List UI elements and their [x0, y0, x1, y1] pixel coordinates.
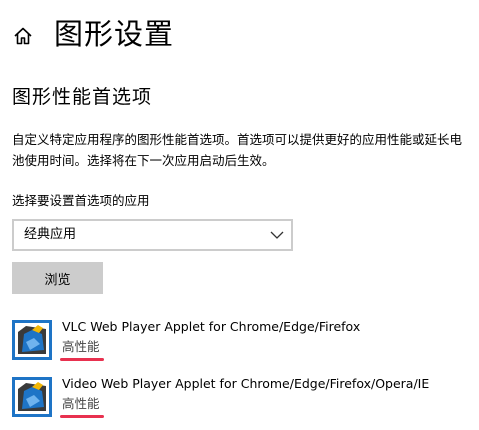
app-list-item[interactable]: VLC Web Player Applet for Chrome/Edge/Fi…	[12, 316, 472, 368]
app-preference: 高性能	[62, 339, 100, 354]
app-type-label: 选择要设置首选项的应用	[12, 193, 150, 208]
app-icon	[12, 377, 52, 417]
page-title: 图形设置	[54, 17, 175, 51]
app-type-dropdown[interactable]: 经典应用	[12, 219, 293, 251]
header: 图形设置	[0, 0, 479, 70]
app-name: Video Web Player Applet for Chrome/Edge/…	[62, 376, 430, 391]
app-icon	[12, 320, 52, 360]
app-list-item[interactable]: Video Web Player Applet for Chrome/Edge/…	[12, 373, 472, 425]
home-button[interactable]	[9, 22, 37, 50]
browse-button[interactable]: 浏览	[12, 262, 103, 294]
app-type-dropdown-value: 经典应用	[24, 227, 77, 242]
app-preference: 高性能	[62, 396, 100, 411]
chevron-down-icon	[270, 231, 284, 239]
app-name: VLC Web Player Applet for Chrome/Edge/Fi…	[62, 319, 361, 334]
section-title: 图形性能首选项	[12, 86, 153, 108]
home-icon	[14, 27, 32, 45]
preference-underline	[60, 358, 104, 361]
section-description: 自定义特定应用程序的图形性能首选项。首选项可以提供更好的应用性能或延长电池使用时…	[12, 132, 463, 168]
preference-underline	[60, 415, 104, 418]
